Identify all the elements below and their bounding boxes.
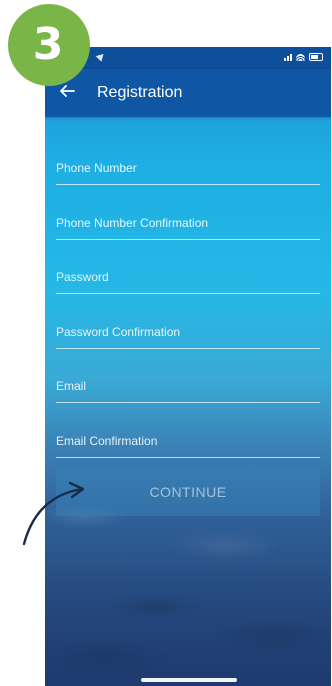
field-underline [56,293,320,294]
field-underline [56,456,320,458]
location-arrow-icon [95,51,107,62]
continue-button[interactable]: CONTINUE [56,468,320,516]
phone-number-field [56,147,320,202]
annotation-arrow-icon [22,481,85,546]
email-confirmation-input[interactable] [56,427,320,454]
home-indicator[interactable] [141,678,237,682]
password-field [56,256,320,311]
email-input[interactable] [56,373,320,399]
registration-form [56,147,320,474]
field-underline [56,238,320,240]
password-confirmation-field [56,311,320,366]
step-number: 3 [32,19,64,70]
battery-icon [309,53,323,61]
app-bar: Registration [45,69,331,117]
screenshot-stage: 3 Registration Phone Number Phone Number… [0,0,332,686]
password-confirmation-input[interactable] [56,318,320,345]
phone-number-confirmation-input[interactable] [56,209,320,236]
status-icons [284,53,323,61]
step-badge: 3 [8,4,90,86]
field-underline [56,347,320,349]
wifi-icon [296,53,305,61]
page-title: Registration [97,84,183,101]
phone-number-confirmation-field [56,202,320,257]
email-confirmation-field [56,420,320,475]
password-input[interactable] [56,264,320,290]
signal-icon [284,53,292,61]
field-underline [56,402,320,403]
field-underline [56,184,320,185]
email-field [56,365,320,420]
arrow-left-icon[interactable] [59,83,75,99]
phone-number-input[interactable] [56,155,320,181]
phone-screen: Registration Phone Number Phone Number C… [45,47,331,686]
